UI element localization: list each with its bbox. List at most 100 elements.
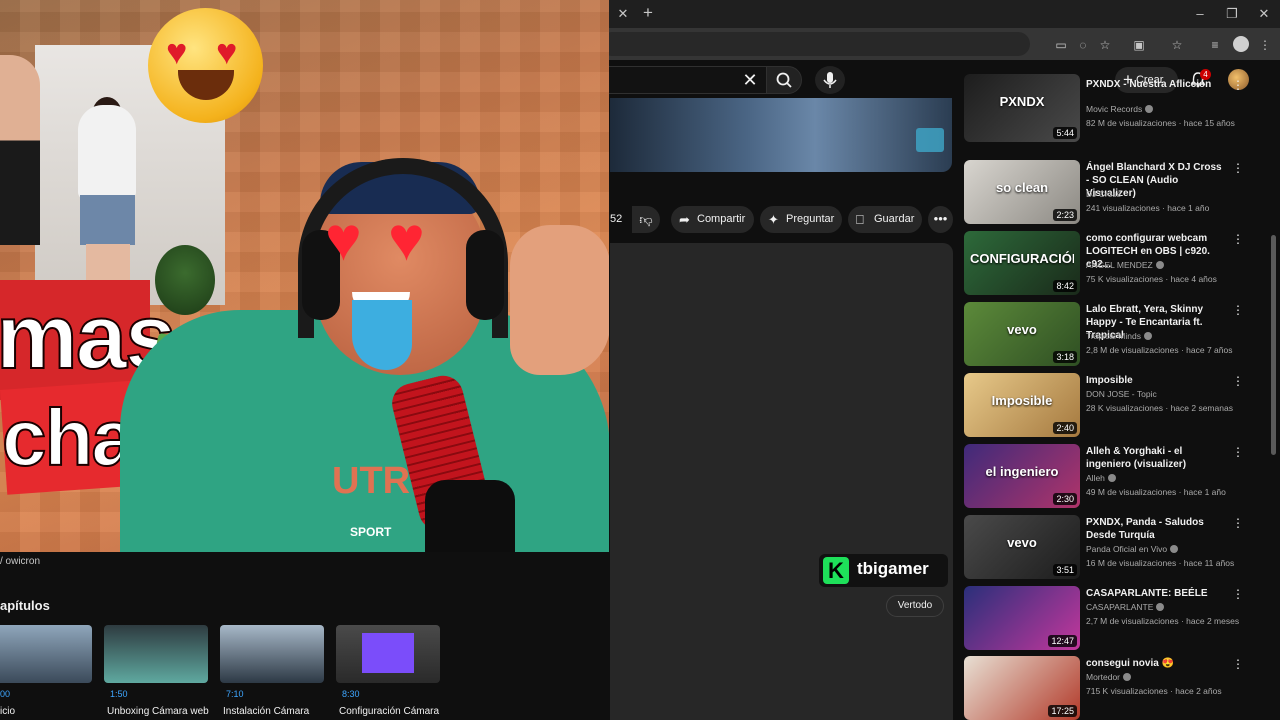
more-actions-icon[interactable]: ••• <box>928 206 953 233</box>
eye-off-icon[interactable]: ◌ <box>1075 37 1091 53</box>
video-title[interactable]: Imposible <box>1086 374 1226 387</box>
channel-name[interactable]: CASAPARLANTE <box>1086 602 1165 612</box>
more-options-icon[interactable]: ⋮ <box>1232 657 1244 671</box>
video-duration: 2:23 <box>1053 209 1077 221</box>
more-options-icon[interactable]: ⋮ <box>1232 78 1244 92</box>
cast-icon[interactable]: ▭ <box>1053 37 1069 53</box>
shirt-sub-text: SPORT <box>350 525 392 539</box>
list-item[interactable]: vevo 3:51 PXNDX, Panda - Saludos Desde Tur… <box>964 515 1264 582</box>
video-duration: 2:30 <box>1053 493 1077 505</box>
video-thumbnail[interactable]: el ingeniero 2:30 <box>964 444 1080 508</box>
list-item[interactable]: Imposible 2:40 Imposible DON JOSE - Topic 28… <box>964 373 1264 440</box>
thumbs-down-icon: 👎︎ <box>639 212 653 227</box>
chapter-label[interactable]: Unboxing Cámara web <box>107 706 209 717</box>
video-meta: 2,8 M de visualizaciones · hace 7 años <box>1086 345 1233 355</box>
video-title[interactable]: Alleh & Yorghaki - el ingeniero (visuali… <box>1086 445 1226 471</box>
list-item[interactable]: CONFIGURACIÓN REAL8:42como configurar we… <box>964 231 1264 298</box>
chapter-thumbnail-graphic <box>362 633 414 673</box>
channel-name[interactable]: DON JOSE - Topic <box>1086 389 1157 399</box>
list-item[interactable]: PXNDX 5:44 PXNDX - Nuestra Aflicción Movic … <box>964 74 1264 153</box>
scrollbar[interactable] <box>1271 235 1276 455</box>
video-thumbnail[interactable]: vevo 3:51 <box>964 515 1080 579</box>
search-clear-icon[interactable]: ✕ <box>741 70 759 90</box>
chapter-thumbnail[interactable] <box>336 625 440 683</box>
channel-name[interactable]: Panda Oficial en Vivo <box>1086 544 1179 554</box>
list-item[interactable]: 12:47 CASAPARLANTE: BEÉLE CASAPARLANTE 2,7 … <box>964 586 1264 653</box>
window-close-icon[interactable]: ✕ <box>1255 5 1273 23</box>
bookmark-star-icon[interactable]: ☆ <box>1097 37 1113 53</box>
extensions-icon[interactable]: ▣ <box>1131 37 1147 53</box>
channel-name[interactable]: Trapical Minds <box>1086 331 1152 341</box>
video-thumbnail[interactable]: so clean 2:23 <box>964 160 1080 224</box>
like-count[interactable]: 52 <box>610 206 622 233</box>
video-title[interactable]: PXNDX - Nuestra Aflicción <box>1086 78 1226 91</box>
channel-handle[interactable]: / owicron <box>0 556 40 567</box>
share-label: Compartir <box>697 213 746 225</box>
kick-logo-icon: K <box>823 557 849 584</box>
address-bar[interactable] <box>600 32 1030 56</box>
chapter-label[interactable]: icio <box>0 706 15 717</box>
more-options-icon[interactable]: ⋮ <box>1232 587 1244 601</box>
heart-eye-right-icon: ♥ <box>388 205 425 274</box>
more-options-icon[interactable]: ⋮ <box>1232 516 1244 530</box>
chapter-label[interactable]: Instalación Cámara <box>223 706 309 717</box>
browser-menu-icon[interactable]: ⋮ <box>1257 37 1273 53</box>
video-thumbnail[interactable]: 17:25 <box>964 656 1080 720</box>
chapter-thumbnail[interactable] <box>0 625 92 683</box>
more-options-icon[interactable]: ⋮ <box>1232 161 1244 175</box>
more-options-icon[interactable]: ⋮ <box>1232 445 1244 459</box>
chapter-time[interactable]: 1:50 <box>110 689 128 699</box>
video-player[interactable] <box>610 98 952 172</box>
headphone-cup-right <box>466 230 504 320</box>
minimize-icon[interactable]: – <box>1191 5 1209 23</box>
save-label: Guardar <box>874 213 915 225</box>
description-box[interactable] <box>610 243 953 720</box>
comments-sort-chip[interactable]: Vertodo <box>886 595 944 617</box>
video-title[interactable]: CASAPARLANTE: BEÉLE <box>1086 587 1226 600</box>
chapter-time[interactable]: 8:30 <box>342 689 360 699</box>
browser-profile-icon[interactable] <box>1233 36 1249 52</box>
ask-label: Preguntar <box>786 213 835 225</box>
verified-icon <box>1123 673 1132 681</box>
tab-close-icon[interactable]: ✕ <box>615 6 631 22</box>
voice-search-button[interactable] <box>815 66 845 94</box>
chapter-thumbnail[interactable] <box>220 625 324 683</box>
channel-name[interactable]: Movic Records <box>1086 104 1154 114</box>
video-thumbnail[interactable]: CONFIGURACIÓN REAL 8:42 <box>964 231 1080 295</box>
list-item[interactable]: so clean 2:23 Ángel Blanchard X DJ Cross -… <box>964 160 1264 227</box>
list-item[interactable]: el ingeniero 2:30 Alleh & Yorghaki - el in… <box>964 444 1264 511</box>
sparkle-icon: ✦ <box>768 212 779 227</box>
list-item[interactable]: vevo 3:18 Lalo Ebratt, Yera, Skinny Happy … <box>964 302 1264 369</box>
video-meta: 715 K visualizaciones · hace 2 años <box>1086 686 1222 696</box>
video-thumbnail[interactable]: PXNDX 5:44 <box>964 74 1080 142</box>
video-thumbnail[interactable]: Imposible 2:40 <box>964 373 1080 437</box>
streamer-hand <box>510 225 609 375</box>
video-title[interactable]: PXNDX, Panda - Saludos Desde Turquía <box>1086 516 1226 542</box>
video-thumbnail[interactable]: vevo 3:18 <box>964 302 1080 366</box>
chapter-time[interactable]: 00 <box>0 689 10 699</box>
more-options-icon[interactable]: ⋮ <box>1232 232 1244 246</box>
video-title[interactable]: consegui novia 😍 <box>1086 657 1226 670</box>
more-options-icon[interactable]: ⋮ <box>1232 374 1244 388</box>
channel-name[interactable]: DJ Cross <box>1086 189 1121 199</box>
new-tab-icon[interactable]: + <box>639 4 657 22</box>
restore-icon[interactable]: ❐ <box>1223 5 1241 23</box>
bookmarks-icon[interactable]: ☆ <box>1169 37 1185 53</box>
bookmark-icon: ⎕ <box>856 212 864 227</box>
chapter-label[interactable]: Configuración Cámara <box>339 706 439 717</box>
ask-button[interactable]: ✦ Preguntar <box>760 206 842 233</box>
chapter-thumbnail[interactable] <box>104 625 208 683</box>
share-button[interactable]: ➦ Compartir <box>671 206 754 233</box>
dislike-button[interactable]: 👎︎ <box>632 206 660 233</box>
chapter-time[interactable]: 7:10 <box>226 689 244 699</box>
list-item[interactable]: 17:25 consegui novia 😍 Mortedor 715 K visua… <box>964 656 1264 720</box>
channel-name[interactable]: Mortedor <box>1086 672 1132 682</box>
channel-name[interactable]: ANGEL MENDEZ <box>1086 260 1164 270</box>
more-options-icon[interactable]: ⋮ <box>1232 303 1244 317</box>
video-thumbnail[interactable]: 12:47 <box>964 586 1080 650</box>
save-button[interactable]: ⎕ Guardar <box>848 206 922 233</box>
media-control-icon[interactable]: ≡ <box>1207 37 1223 53</box>
video-meta: 49 M de visualizaciones · hace 1 año <box>1086 487 1226 497</box>
search-button[interactable] <box>766 66 802 94</box>
channel-name[interactable]: Alleh <box>1086 473 1116 483</box>
